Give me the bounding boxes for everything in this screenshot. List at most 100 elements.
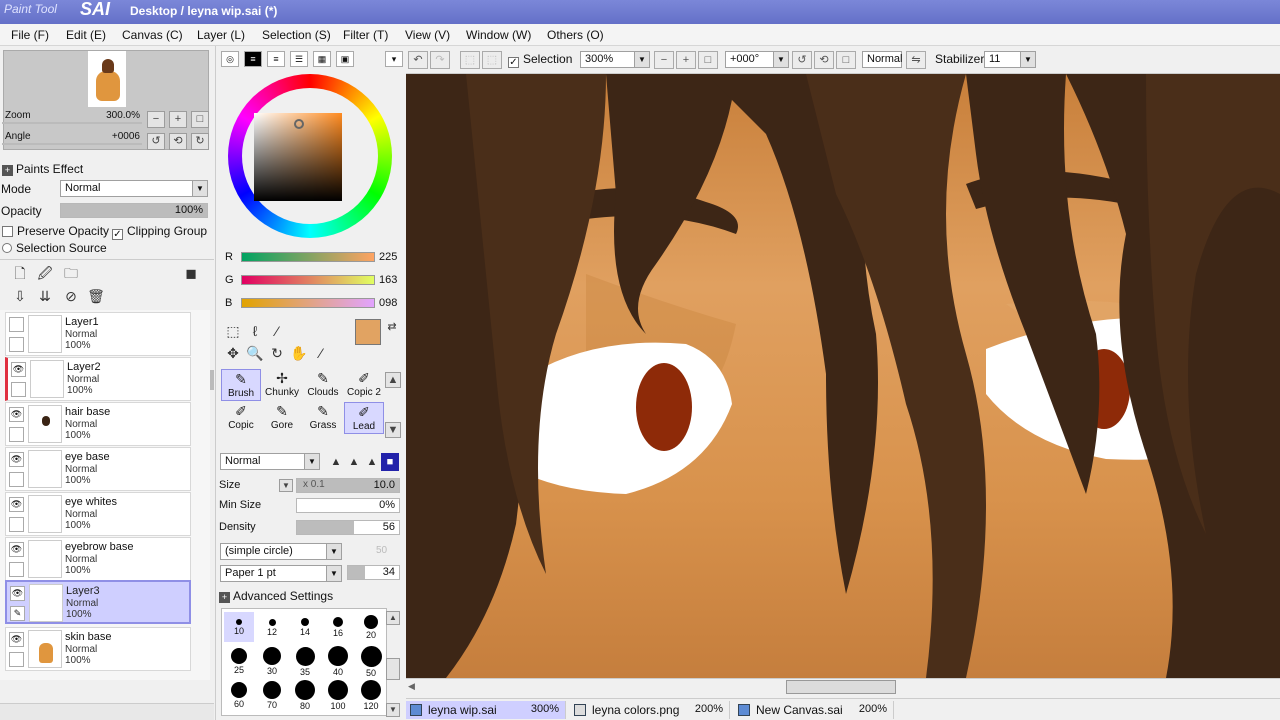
drawing-canvas[interactable]	[406, 74, 1280, 678]
density-bar[interactable]: 56	[296, 520, 400, 535]
brush-size-preset[interactable]: 120	[356, 680, 386, 711]
eyedropper-icon[interactable]: ⁄	[312, 344, 330, 362]
brush-shape-small-icon[interactable]: ▲	[327, 453, 345, 471]
brush-tool-copic2[interactable]: ✐ Copic 2	[344, 369, 384, 401]
brush-size-preset[interactable]: 40	[323, 646, 353, 677]
zoom-out-button[interactable]: −	[147, 111, 165, 128]
doc-tab-leyna-colors[interactable]: leyna colors.png 200%	[570, 701, 730, 719]
eye-icon[interactable]: 👁	[9, 632, 24, 647]
undo-icon[interactable]: ↶	[408, 51, 428, 69]
brush-size-preset[interactable]: 35	[290, 646, 320, 677]
zoom-select[interactable]: 300% ▼	[580, 51, 650, 68]
hsv-slider-tab-icon[interactable]: ≡	[267, 51, 285, 67]
brush-size-preset[interactable]: 14	[290, 612, 320, 642]
new-folder-icon[interactable]: 🗀	[62, 264, 80, 282]
lock-toggle[interactable]	[9, 517, 24, 532]
blue-slider[interactable]: B 098	[221, 296, 401, 312]
brush-size-preset[interactable]: 12	[257, 612, 287, 642]
scroll-down-icon[interactable]: ▼	[385, 422, 401, 438]
advanced-settings-toggle[interactable]: + Advanced Settings	[219, 589, 333, 603]
brush-size-bar[interactable]: x 0.1 10.0	[296, 478, 400, 493]
eye-icon[interactable]: 👁	[9, 452, 24, 467]
brush-tool-brush[interactable]: ✎ Brush	[221, 369, 261, 401]
rotate-reset-button[interactable]: ⟲	[169, 133, 187, 150]
swatches-tab-icon[interactable]: ☰	[290, 51, 308, 67]
eye-icon[interactable]: 👁	[9, 497, 24, 512]
brush-size-preset[interactable]: 10	[224, 612, 254, 642]
layer-item-skin-base[interactable]: 👁 skin base Normal 100%	[5, 627, 191, 671]
palette-tab-icon[interactable]: ▦	[313, 51, 331, 67]
canvas-view-mode[interactable]: Normal	[862, 51, 902, 68]
zoom-fit-icon[interactable]: □	[698, 51, 718, 69]
g-gradient[interactable]	[241, 275, 375, 285]
lock-toggle[interactable]	[11, 382, 26, 397]
pencil-icon[interactable]: ✎	[10, 606, 25, 621]
brush-size-preset[interactable]: 80	[290, 680, 320, 711]
brush-tool-lead[interactable]: ✐ Lead	[344, 402, 384, 434]
eye-icon[interactable]: 👁	[9, 407, 24, 422]
lock-toggle[interactable]	[9, 427, 24, 442]
scratchpad-tab-icon[interactable]: ▣	[336, 51, 354, 67]
zoom-in-button[interactable]: +	[169, 111, 187, 128]
menu-canvas[interactable]: Canvas (C)	[122, 28, 183, 42]
layer-item-eye-base[interactable]: 👁 eye base Normal 100%	[5, 447, 191, 491]
brush-size-preset[interactable]: 20	[356, 612, 386, 642]
layer-item-layer1[interactable]: Layer1 Normal 100%	[5, 312, 191, 356]
brush-tool-clouds[interactable]: ✎ Clouds	[303, 369, 343, 401]
min-size-bar[interactable]: 0%	[296, 498, 400, 513]
zoom-out-icon[interactable]: −	[654, 51, 674, 69]
hand-icon[interactable]: ✋	[290, 344, 308, 362]
swap-colors-icon[interactable]: ⇄	[383, 318, 401, 336]
doc-tab-new-canvas[interactable]: New Canvas.sai 200%	[734, 701, 894, 719]
lock-toggle[interactable]	[9, 472, 24, 487]
lock-toggle[interactable]	[9, 337, 24, 352]
new-linework-layer-icon[interactable]: 🖉	[36, 264, 54, 282]
selection-source-radio[interactable]: Selection Source	[2, 241, 107, 255]
primary-color-swatch[interactable]	[355, 319, 381, 345]
layer-item-eyebrow-base[interactable]: 👁 eyebrow base Normal 100%	[5, 537, 191, 581]
eye-icon[interactable]: 👁	[9, 542, 24, 557]
rotate-left-button[interactable]: ↺	[147, 133, 165, 150]
zoom-slider[interactable]: Zoom 300.0%	[2, 110, 142, 124]
clipping-group-checkbox[interactable]: ✓ Clipping Group	[112, 224, 207, 240]
lock-toggle[interactable]	[9, 562, 24, 577]
brush-tool-chunky[interactable]: ✢ Chunky	[262, 369, 302, 401]
lock-toggle[interactable]	[9, 652, 24, 667]
green-slider[interactable]: G 163	[221, 273, 401, 289]
layer-mode-select[interactable]: Normal ▼	[60, 180, 208, 197]
menu-file[interactable]: File (F)	[11, 28, 49, 42]
panel-menu-icon[interactable]: ▾	[385, 51, 403, 67]
lasso-icon[interactable]: ℓ	[246, 322, 264, 340]
color-wheel-tab-icon[interactable]: ◎	[221, 51, 239, 67]
menu-filter[interactable]: Filter (T)	[343, 28, 388, 42]
brush-shape-large-icon[interactable]: ▲	[363, 453, 381, 471]
rotate-reset-icon[interactable]: ⟲	[814, 51, 834, 69]
hscroll-thumb[interactable]	[786, 680, 896, 694]
magic-wand-icon[interactable]: ⁄	[268, 322, 286, 340]
brush-size-preset[interactable]: 100	[323, 680, 353, 711]
brush-tool-gore[interactable]: ✎ Gore	[262, 402, 302, 434]
menu-edit[interactable]: Edit (E)	[66, 28, 106, 42]
r-gradient[interactable]	[241, 252, 375, 262]
scroll-thumb[interactable]	[386, 658, 400, 680]
texture-strength-bar[interactable]: 34	[347, 565, 400, 580]
brush-shape-medium-icon[interactable]: ▲	[345, 453, 363, 471]
scroll-left-icon[interactable]: ◀	[408, 681, 415, 692]
rgb-slider-tab-icon[interactable]: ≡	[244, 51, 262, 67]
rect-select-icon[interactable]: ⬚	[224, 322, 242, 340]
red-slider[interactable]: R 225	[221, 250, 401, 266]
scroll-up-icon[interactable]: ▲	[386, 611, 400, 625]
layer-mask-icon[interactable]: ◼	[182, 264, 200, 282]
brush-tool-copic[interactable]: ✐ Copic	[221, 402, 261, 434]
visibility-toggle[interactable]	[9, 317, 24, 332]
brush-tool-grass[interactable]: ✎ Grass	[303, 402, 343, 434]
paints-effect-header[interactable]: + Paints Effect	[2, 162, 83, 176]
scroll-up-icon[interactable]: ▲	[385, 372, 401, 388]
layer-item-hair-base[interactable]: 👁 hair base Normal 100%	[5, 402, 191, 446]
redo-icon[interactable]: ↷	[430, 51, 450, 69]
clear-layer-icon[interactable]: ⊘	[62, 287, 80, 305]
menu-layer[interactable]: Layer (L)	[197, 28, 245, 42]
zoom-track[interactable]	[2, 122, 142, 124]
brush-texture-select[interactable]: Paper 1 pt ▼	[220, 565, 342, 582]
rotate-ccw-icon[interactable]: ↺	[792, 51, 812, 69]
